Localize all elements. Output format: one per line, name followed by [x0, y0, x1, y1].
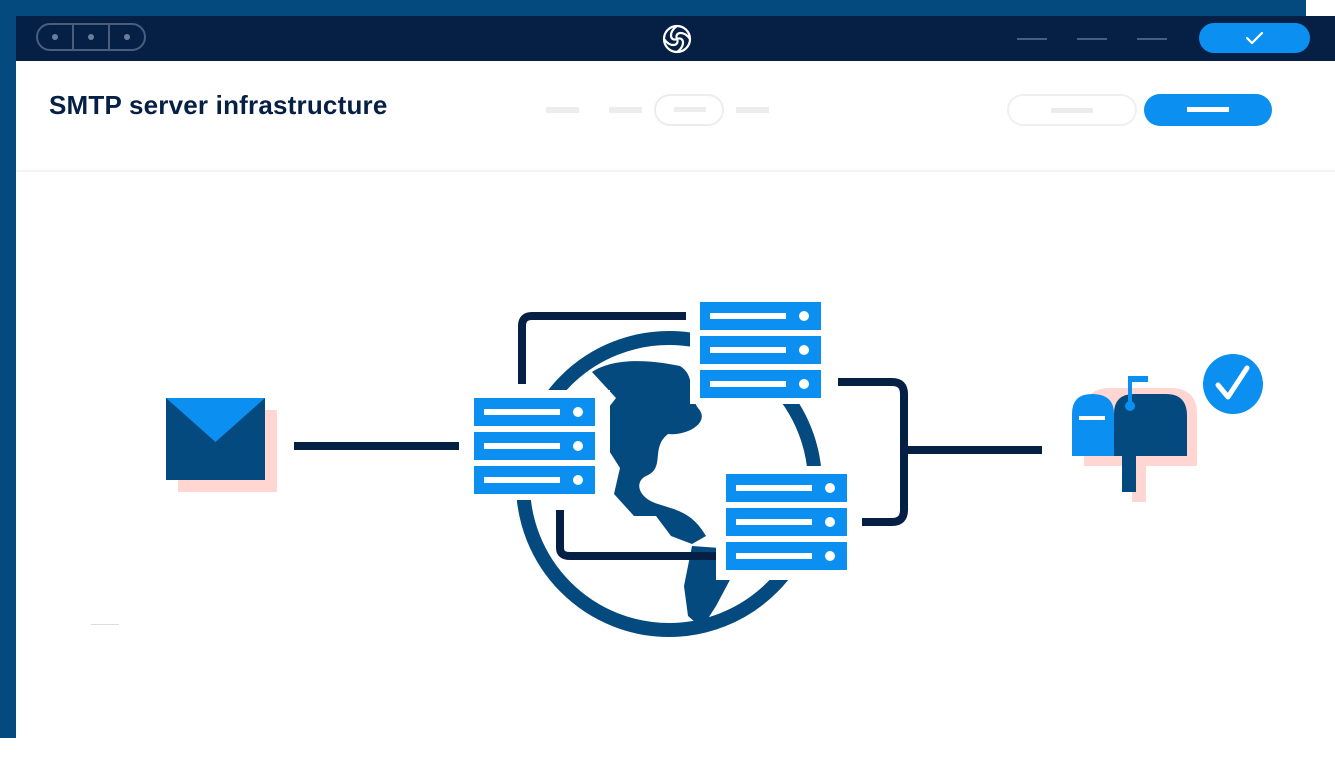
connection-line: [904, 446, 1042, 454]
connection-line: [294, 442, 459, 450]
app-window: SMTP server infrastructure: [16, 16, 1335, 738]
smtp-diagram: [166, 294, 1263, 637]
server-rack-icon: [716, 466, 862, 580]
check-circle-icon: [1203, 354, 1263, 414]
server-rack-icon: [690, 294, 836, 404]
mailbox-icon: [1072, 376, 1197, 502]
server-rack-icon: [464, 390, 610, 500]
envelope-icon: [166, 398, 277, 492]
